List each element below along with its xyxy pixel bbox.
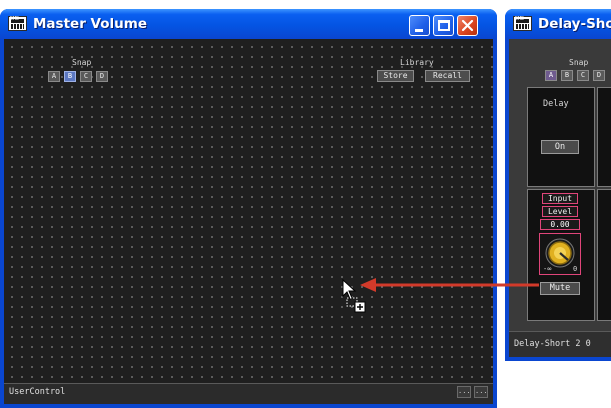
close-icon: [461, 19, 474, 32]
delay-body: Snap A B C D Delay On Input Level 0.00 -…: [509, 39, 611, 331]
close-button[interactable]: [457, 15, 478, 36]
master-volume-titlebar[interactable]: DME Master Volume: [0, 9, 497, 39]
mute-button[interactable]: Mute: [540, 282, 580, 295]
window-title: Delay-Sho: [538, 16, 611, 32]
window-frame-right: [493, 39, 497, 408]
delay-titlebar[interactable]: DME Delay-Sho: [505, 9, 611, 39]
minimize-button[interactable]: [409, 15, 430, 36]
snap-label: Snap: [72, 58, 92, 67]
dme-app-icon: DME: [8, 16, 27, 31]
snap-button-d[interactable]: D: [593, 70, 605, 81]
snap-button-b[interactable]: B: [561, 70, 573, 81]
delay-short-window: DME Delay-Sho Snap A B C D Delay On Inpu…: [505, 9, 611, 361]
delay-label: Delay: [543, 99, 569, 109]
status-more-button-1[interactable]: ...: [457, 386, 471, 398]
snap-button-c[interactable]: C: [80, 71, 92, 82]
drag-copy-cursor-icon: [342, 279, 366, 313]
window-title: Master Volume: [33, 16, 147, 32]
delay-panel: Delay On: [527, 87, 595, 187]
snap-button-a[interactable]: A: [545, 70, 557, 81]
master-volume-window: DME Master Volume Snap A B C D Library S…: [0, 9, 497, 408]
adjacent-panel-2: [597, 189, 611, 321]
knob-max-label: 0: [573, 265, 578, 273]
design-canvas[interactable]: Snap A B C D Library Store Recall: [4, 39, 493, 383]
maximize-button[interactable]: [433, 15, 454, 36]
snap-button-c[interactable]: C: [577, 70, 589, 81]
maximize-icon: [438, 20, 450, 31]
snap-label: Snap: [569, 58, 589, 67]
library-label: Library: [400, 58, 434, 67]
snap-button-b[interactable]: B: [64, 71, 76, 82]
window-frame-bottom: [505, 357, 611, 361]
recall-button[interactable]: Recall: [425, 70, 470, 82]
status-bar: UserControl ... ...: [4, 383, 493, 404]
level-label: Level: [542, 206, 578, 217]
window-frame-bottom: [0, 404, 497, 408]
delay-on-button[interactable]: On: [541, 140, 579, 154]
snap-button-d[interactable]: D: [96, 71, 108, 82]
level-knob-frame: -∞ 0: [539, 233, 581, 275]
dme-app-icon: DME: [513, 16, 532, 31]
status-text: UserControl: [9, 387, 66, 397]
adjacent-panel-1: [597, 87, 611, 187]
input-label: Input: [542, 193, 578, 204]
snap-button-a[interactable]: A: [48, 71, 60, 82]
minimize-icon: [415, 29, 423, 32]
delay-status-bar: Delay-Short 2 0: [509, 331, 611, 357]
level-value-field[interactable]: 0.00: [540, 219, 580, 230]
store-button[interactable]: Store: [377, 70, 414, 82]
knob-min-label: -∞: [543, 265, 552, 273]
delay-status-text: Delay-Short 2 0: [514, 339, 591, 349]
status-more-button-2[interactable]: ...: [474, 386, 488, 398]
input-level-panel: Input Level 0.00 -∞ 0 Mute: [527, 189, 595, 321]
